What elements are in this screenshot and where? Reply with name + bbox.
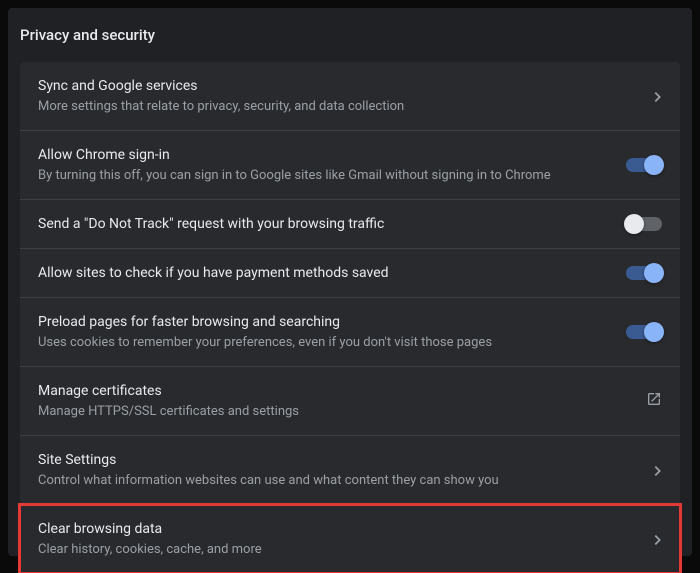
- row-subtitle: More settings that relate to privacy, se…: [38, 98, 606, 116]
- row-title: Sync and Google services: [38, 76, 606, 96]
- row-do-not-track[interactable]: Send a "Do Not Track" request with your …: [20, 200, 680, 249]
- row-allow-chrome-signin[interactable]: Allow Chrome sign-in By turning this off…: [20, 131, 680, 200]
- row-preload-pages[interactable]: Preload pages for faster browsing and se…: [20, 298, 680, 367]
- row-subtitle: Uses cookies to remember your preference…: [38, 334, 606, 352]
- row-text: Clear browsing data Clear history, cooki…: [38, 519, 622, 559]
- row-clear-browsing-data[interactable]: Clear browsing data Clear history, cooki…: [20, 505, 680, 573]
- row-site-settings[interactable]: Site Settings Control what information w…: [20, 436, 680, 505]
- row-action: [622, 461, 662, 480]
- section-title: Privacy and security: [8, 8, 692, 62]
- toggle-knob: [644, 155, 664, 175]
- row-title: Clear browsing data: [38, 519, 606, 539]
- toggle-knob: [644, 322, 664, 342]
- row-title: Site Settings: [38, 450, 606, 470]
- row-action: [622, 87, 662, 106]
- settings-panel: Privacy and security Sync and Google ser…: [8, 8, 692, 556]
- chevron-right-icon: [654, 530, 662, 549]
- row-title: Allow Chrome sign-in: [38, 145, 606, 165]
- row-text: Sync and Google services More settings t…: [38, 76, 622, 116]
- toggle-knob: [644, 263, 664, 283]
- chevron-right-icon: [654, 461, 662, 480]
- row-subtitle: Clear history, cookies, cache, and more: [38, 541, 606, 559]
- row-subtitle: By turning this off, you can sign in to …: [38, 167, 606, 185]
- row-text: Send a "Do Not Track" request with your …: [38, 214, 622, 234]
- toggle-preload-pages[interactable]: [626, 325, 662, 339]
- row-text: Preload pages for faster browsing and se…: [38, 312, 622, 352]
- row-action: [622, 530, 662, 549]
- row-title: Send a "Do Not Track" request with your …: [38, 214, 606, 234]
- row-text: Allow Chrome sign-in By turning this off…: [38, 145, 622, 185]
- row-action: [622, 158, 662, 172]
- row-action: [622, 217, 662, 231]
- row-action: [622, 325, 662, 339]
- row-title: Preload pages for faster browsing and se…: [38, 312, 606, 332]
- row-title: Manage certificates: [38, 381, 606, 401]
- row-sync-google-services[interactable]: Sync and Google services More settings t…: [20, 62, 680, 131]
- row-subtitle: Manage HTTPS/SSL certificates and settin…: [38, 403, 606, 421]
- row-text: Manage certificates Manage HTTPS/SSL cer…: [38, 381, 622, 421]
- chevron-right-icon: [654, 87, 662, 106]
- external-link-icon: [646, 391, 662, 411]
- toggle-payment-methods[interactable]: [626, 266, 662, 280]
- row-text: Site Settings Control what information w…: [38, 450, 622, 490]
- row-action: [622, 391, 662, 411]
- toggle-allow-chrome-signin[interactable]: [626, 158, 662, 172]
- row-title: Allow sites to check if you have payment…: [38, 263, 606, 283]
- row-manage-certificates[interactable]: Manage certificates Manage HTTPS/SSL cer…: [20, 367, 680, 436]
- toggle-knob: [624, 214, 644, 234]
- row-payment-methods[interactable]: Allow sites to check if you have payment…: [20, 249, 680, 298]
- row-text: Allow sites to check if you have payment…: [38, 263, 622, 283]
- toggle-do-not-track[interactable]: [626, 217, 662, 231]
- row-action: [622, 266, 662, 280]
- settings-card: Sync and Google services More settings t…: [20, 62, 680, 573]
- row-subtitle: Control what information websites can us…: [38, 472, 606, 490]
